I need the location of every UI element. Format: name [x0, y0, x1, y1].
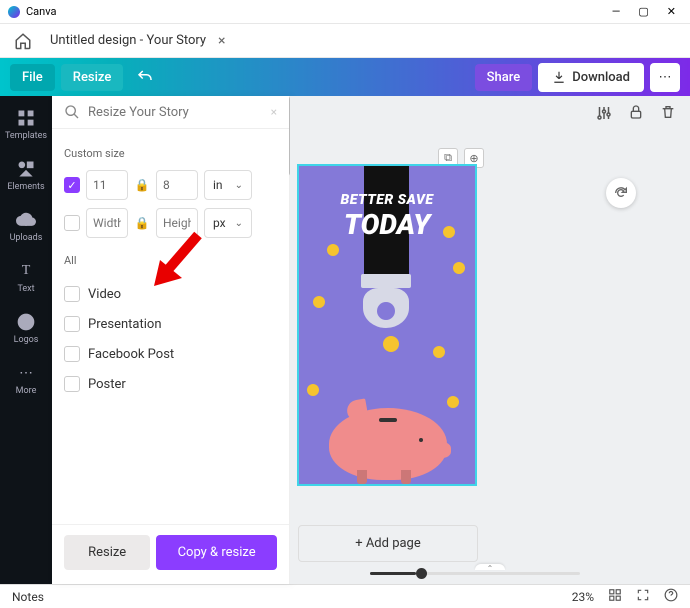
- canvas-hand-graphic: [361, 274, 411, 330]
- minimize-icon[interactable]: —: [612, 5, 621, 18]
- chevron-down-icon: ⌄: [235, 218, 243, 229]
- main-toolbar: File Resize Share Download ⋯: [0, 58, 690, 96]
- coin-icon: [453, 262, 465, 274]
- text-icon: T: [16, 261, 36, 281]
- file-menu[interactable]: File: [10, 64, 55, 91]
- sidenav-uploads[interactable]: Uploads: [10, 210, 43, 243]
- resize-menu[interactable]: Resize: [61, 64, 124, 91]
- toolbar-more-button[interactable]: ⋯: [650, 63, 680, 92]
- unit-select-2[interactable]: px ⌄: [204, 208, 252, 238]
- zoom-percentage[interactable]: 23%: [572, 590, 594, 604]
- search-input[interactable]: [88, 105, 271, 120]
- expand-pages-icon[interactable]: ⌃: [475, 564, 505, 570]
- coin-icon: [307, 384, 319, 396]
- all-heading: All: [64, 254, 277, 267]
- panel-actions: Resize Copy & resize: [52, 524, 289, 584]
- width-input-1[interactable]: [86, 170, 128, 200]
- window-titlebar: Canva — ▢ ✕: [0, 0, 690, 24]
- size-row-1: 🔒 in ⌄: [64, 170, 277, 200]
- canvas-pig-graphic: [329, 396, 447, 480]
- type-item-facebook-post[interactable]: Facebook Post: [64, 339, 277, 369]
- canvas-title-1: BETTER SAVE: [299, 192, 475, 208]
- chevron-down-icon: ⌄: [235, 180, 243, 191]
- window-controls: — ▢ ✕: [612, 5, 682, 18]
- size-row-2: 🔒 px ⌄: [64, 208, 277, 238]
- side-navigation: Templates Elements Uploads T Text Logos …: [0, 96, 52, 584]
- fullscreen-icon[interactable]: [636, 588, 650, 605]
- home-button[interactable]: [6, 28, 40, 54]
- type-item-poster[interactable]: Poster: [64, 369, 277, 399]
- canvas-top-icons: [594, 104, 678, 126]
- sidenav-elements[interactable]: Elements: [7, 159, 44, 192]
- refresh-icon: [613, 185, 629, 201]
- resize-panel: × Custom size 🔒 in ⌄ 🔒 px: [52, 96, 290, 584]
- download-icon: [552, 70, 566, 84]
- grid-view-icon[interactable]: [608, 588, 622, 605]
- coin-icon: [327, 244, 339, 256]
- lock-icon[interactable]: 🔒: [134, 216, 150, 230]
- type-list: Video Presentation Facebook Post Poster: [64, 279, 277, 399]
- unit-select-1[interactable]: in ⌄: [204, 170, 252, 200]
- uploads-icon: [16, 210, 36, 230]
- lock-icon[interactable]: 🔒: [134, 178, 150, 192]
- search-icon: [64, 104, 80, 120]
- type-checkbox[interactable]: [64, 346, 80, 362]
- sidenav-logos[interactable]: Logos: [14, 312, 39, 345]
- elements-icon: [16, 159, 36, 179]
- tab-title: Untitled design - Your Story: [50, 33, 206, 48]
- undo-button[interactable]: [129, 63, 161, 91]
- home-icon: [14, 32, 32, 50]
- styles-icon[interactable]: [594, 104, 614, 126]
- height-input-1[interactable]: [156, 170, 198, 200]
- type-item-presentation[interactable]: Presentation: [64, 309, 277, 339]
- type-checkbox[interactable]: [64, 286, 80, 302]
- coin-icon: [447, 396, 459, 408]
- templates-icon: [16, 108, 36, 128]
- delete-page-icon[interactable]: [658, 104, 678, 126]
- coin-icon: [313, 296, 325, 308]
- canvas-area: ⧉ ⊕ BETTER SAVE TODAY: [290, 96, 690, 584]
- notes-button[interactable]: Notes: [12, 590, 44, 604]
- tab-close-icon[interactable]: ×: [218, 33, 225, 49]
- sidenav-text[interactable]: T Text: [16, 261, 36, 294]
- document-tab[interactable]: Untitled design - Your Story ×: [50, 33, 226, 49]
- sidenav-templates[interactable]: Templates: [5, 108, 47, 141]
- download-label: Download: [572, 70, 630, 85]
- more-icon: ⋯: [16, 363, 36, 383]
- type-checkbox[interactable]: [64, 376, 80, 392]
- share-button[interactable]: Share: [475, 64, 533, 91]
- canva-logo-icon: [8, 6, 20, 18]
- size-row-2-checkbox[interactable]: [64, 215, 80, 231]
- close-icon[interactable]: ✕: [667, 5, 676, 18]
- resize-button[interactable]: Resize: [64, 535, 150, 570]
- lock-page-icon[interactable]: [626, 104, 646, 126]
- help-icon[interactable]: [664, 588, 678, 605]
- copy-and-resize-button[interactable]: Copy & resize: [156, 535, 277, 570]
- width-input-2[interactable]: [86, 208, 128, 238]
- panel-search-row: ×: [52, 96, 289, 129]
- height-input-2[interactable]: [156, 208, 198, 238]
- type-checkbox[interactable]: [64, 316, 80, 332]
- zoom-slider[interactable]: [370, 572, 580, 575]
- size-row-1-checkbox[interactable]: [64, 177, 80, 193]
- maximize-icon[interactable]: ▢: [638, 5, 648, 18]
- app-name: Canva: [26, 5, 56, 18]
- tabbar: Untitled design - Your Story ×: [0, 24, 690, 58]
- coin-icon: [383, 336, 399, 352]
- type-item-video[interactable]: Video: [64, 279, 277, 309]
- sidenav-more[interactable]: ⋯ More: [16, 363, 37, 396]
- refresh-button[interactable]: [606, 178, 636, 208]
- logos-icon: [16, 312, 36, 332]
- download-button[interactable]: Download: [538, 63, 644, 92]
- footer-bar: Notes 23%: [0, 584, 690, 608]
- add-page-button[interactable]: + Add page: [298, 525, 478, 562]
- search-clear-icon[interactable]: ×: [271, 105, 277, 119]
- undo-icon: [136, 68, 154, 86]
- design-canvas[interactable]: BETTER SAVE TODAY: [297, 164, 477, 486]
- custom-size-heading: Custom size: [64, 147, 277, 160]
- coin-icon: [443, 226, 455, 238]
- coin-icon: [433, 346, 445, 358]
